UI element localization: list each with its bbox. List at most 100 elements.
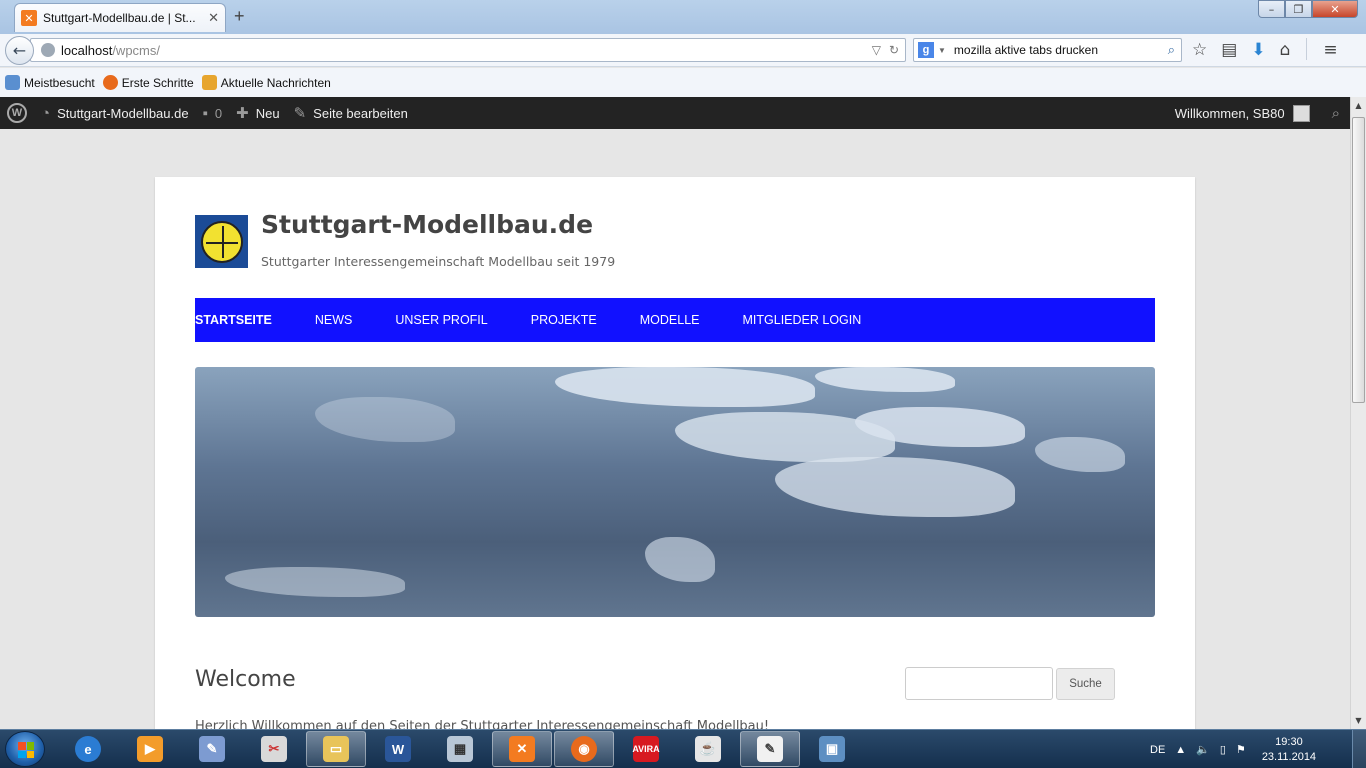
wp-admin-bar: W ◔ Stuttgart-Modellbau.de ▪ 0 ✚ Neu ✎ S… <box>0 97 1350 129</box>
nav-mitglieder-login[interactable]: MITGLIEDER LOGIN <box>743 313 862 327</box>
nav-startseite[interactable]: STARTSEITE <box>195 313 272 327</box>
admin-edit-page[interactable]: ✎ Seite bearbeiten <box>294 104 408 122</box>
url-bar[interactable]: localhost/wpcms/ ▽ ↻ <box>30 38 906 62</box>
dropdown-arrow-icon[interactable]: ▽ <box>872 43 881 57</box>
paint-icon: ✎ <box>199 736 225 762</box>
taskbar-java[interactable]: ☕ <box>678 731 738 767</box>
wordpress-icon[interactable]: W <box>7 103 27 123</box>
action-center-icon[interactable]: ⚑ <box>1236 743 1246 756</box>
tray-arrow-icon[interactable]: ▲ <box>1175 744 1186 756</box>
window-controls: – ❐ ✕ <box>1258 0 1358 18</box>
page-scrollbar[interactable]: ▲ ▼ <box>1350 97 1366 729</box>
nav-news[interactable]: NEWS <box>315 313 353 327</box>
bookmark-meistbesucht[interactable]: Meistbesucht <box>5 75 95 90</box>
snipping-tool-icon: ✂ <box>261 736 287 762</box>
toolbar-icons: ☆ ▤ ⬇ ⌂ ≡ <box>1192 38 1338 60</box>
folder-icon: ▭ <box>323 736 349 762</box>
admin-comments[interactable]: ▪ 0 <box>203 105 223 122</box>
clock-time: 19:30 <box>1275 735 1303 748</box>
clock[interactable]: 19:30 23.11.2014 <box>1262 735 1316 765</box>
restore-button[interactable]: ❐ <box>1285 0 1312 18</box>
home-icon[interactable]: ⌂ <box>1280 40 1291 60</box>
nav-unser-profil[interactable]: UNSER PROFIL <box>395 313 487 327</box>
avira-icon: AVIRA <box>632 736 660 762</box>
main-navigation: STARTSEITE NEWS UNSER PROFIL PROJEKTE MO… <box>195 298 1155 342</box>
browser-tab[interactable]: ✕ Stuttgart-Modellbau.de | St... ✕ <box>14 3 226 32</box>
word-icon: W <box>385 736 411 762</box>
volume-icon[interactable]: 🔈 <box>1196 743 1210 756</box>
system-tray: DE ▲ 🔈 ▯ ⚑ 19:30 23.11.2014 <box>1150 730 1316 768</box>
photo-viewer-icon: ▣ <box>819 736 845 762</box>
taskbar-xampp[interactable]: ✕ <box>492 731 552 767</box>
nav-projekte[interactable]: PROJEKTE <box>531 313 597 327</box>
menu-icon[interactable]: ≡ <box>1323 40 1337 60</box>
close-window-button[interactable]: ✕ <box>1312 0 1358 18</box>
taskbar-editor[interactable]: ✎ <box>740 731 800 767</box>
taskbar-avira[interactable]: AVIRA <box>616 731 676 767</box>
taskbar-snipping[interactable]: ✂ <box>244 731 304 767</box>
search-text: mozilla aktive tabs drucken <box>953 43 1098 57</box>
show-desktop-button[interactable] <box>1352 730 1366 768</box>
taskbar-media[interactable]: ▶ <box>120 731 180 767</box>
close-tab-icon[interactable]: ✕ <box>208 11 219 26</box>
admin-edit-label: Seite bearbeiten <box>313 105 408 121</box>
bookmarks-bar: Meistbesucht Erste Schritte Aktuelle Nac… <box>0 68 1366 97</box>
language-indicator[interactable]: DE <box>1150 744 1165 756</box>
taskbar-ie[interactable]: e <box>58 731 118 767</box>
taskbar-apps: e ▶ ✎ ✂ ▭ W ▦ ✕ ◉ AVIRA ☕ ✎ ▣ <box>58 731 862 767</box>
xampp-icon: ✕ <box>21 10 37 26</box>
globe-icon <box>41 43 55 57</box>
internet-explorer-icon: e <box>75 736 101 762</box>
avatar[interactable] <box>1292 104 1310 122</box>
taskbar-firefox[interactable]: ◉ <box>554 731 614 767</box>
plus-icon: ✚ <box>236 105 249 122</box>
chevron-down-icon[interactable]: ▼ <box>938 46 946 55</box>
site-search-input[interactable] <box>905 667 1053 700</box>
bookmark-star-icon[interactable]: ☆ <box>1192 40 1207 60</box>
bookmark-folder-icon <box>5 75 20 90</box>
search-bar[interactable]: g ▼ mozilla aktive tabs drucken ⌕ <box>913 38 1182 62</box>
site-title[interactable]: Stuttgart-Modellbau.de <box>261 210 593 239</box>
clock-date: 23.11.2014 <box>1261 750 1317 763</box>
admin-welcome[interactable]: Willkommen, SB80 <box>1175 106 1285 121</box>
taskbar-photos[interactable]: ▣ <box>802 731 862 767</box>
notepad-icon: ✎ <box>757 736 783 762</box>
minimize-button[interactable]: – <box>1258 0 1285 18</box>
back-button[interactable]: ← <box>5 36 34 65</box>
windows-logo-icon <box>18 742 34 758</box>
taskbar-word[interactable]: W <box>368 731 428 767</box>
new-tab-button[interactable]: + <box>234 6 245 27</box>
reload-icon[interactable]: ↻ <box>889 43 899 57</box>
admin-new[interactable]: ✚ Neu <box>236 104 279 122</box>
admin-new-label: Neu <box>255 105 280 121</box>
taskbar-paint[interactable]: ✎ <box>182 731 242 767</box>
search-icon[interactable]: ⌕ <box>1168 42 1175 58</box>
url-path: /wpcms/ <box>112 42 160 58</box>
scroll-up-icon[interactable]: ▲ <box>1351 97 1366 114</box>
google-icon[interactable]: g <box>918 42 934 58</box>
taskbar-calculator[interactable]: ▦ <box>430 731 490 767</box>
intro-text: Herzlich Willkommen auf den Seiten der S… <box>195 719 770 729</box>
start-button[interactable] <box>5 731 45 767</box>
java-icon: ☕ <box>695 736 721 762</box>
rss-icon <box>201 75 217 90</box>
search-icon[interactable]: ⌕ <box>1332 105 1340 122</box>
site-logo[interactable] <box>195 215 248 268</box>
bookmark-label: Aktuelle Nachrichten <box>220 75 331 90</box>
site-search-button[interactable]: Suche <box>1056 668 1115 700</box>
site-description: Stuttgarter Interessengemeinschaft Model… <box>261 254 616 269</box>
xampp-icon: ✕ <box>509 736 535 762</box>
welcome-heading: Welcome <box>195 667 296 692</box>
network-icon[interactable]: ▯ <box>1220 743 1226 756</box>
nav-modelle[interactable]: MODELLE <box>640 313 700 327</box>
admin-site-link[interactable]: ◔ Stuttgart-Modellbau.de <box>41 105 189 122</box>
comments-count: 0 <box>214 105 223 121</box>
taskbar-explorer[interactable]: ▭ <box>306 731 366 767</box>
bookmark-erste-schritte[interactable]: Erste Schritte <box>102 75 194 90</box>
download-icon[interactable]: ⬇ <box>1251 40 1265 60</box>
scroll-down-icon[interactable]: ▼ <box>1351 712 1366 729</box>
firefox-icon <box>102 75 118 90</box>
bookmark-aktuelle-nachrichten[interactable]: Aktuelle Nachrichten <box>201 75 331 90</box>
bookmarks-list-icon[interactable]: ▤ <box>1221 40 1237 60</box>
scrollbar-thumb[interactable] <box>1352 117 1365 403</box>
